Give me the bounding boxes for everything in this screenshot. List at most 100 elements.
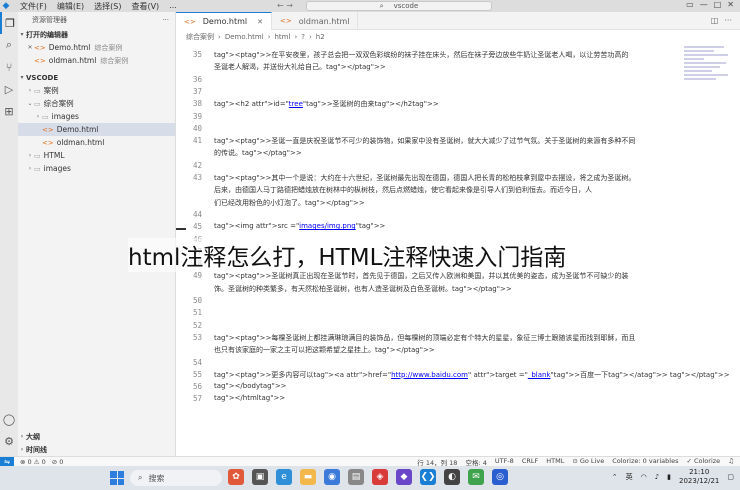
open-editor-oldman[interactable]: <> oldman.html 综合案例 — [18, 54, 175, 67]
file-explorer-icon[interactable]: ▬ — [300, 469, 316, 485]
code-line[interactable]: 的传说。tag"></ptag">> — [176, 148, 302, 160]
vscode-taskbar-icon[interactable]: ❮❯ — [420, 469, 436, 485]
minimize-icon[interactable]: — — [700, 0, 708, 9]
code-line[interactable]: 51 — [176, 308, 202, 320]
minimap[interactable] — [684, 46, 732, 116]
tree-folder-comprehensive[interactable]: ⌄ ▭ 综合案例 — [18, 97, 175, 110]
code-line[interactable]: 37 — [176, 87, 202, 99]
menu-more[interactable]: ... — [169, 1, 177, 12]
tab-demo[interactable]: <> Demo.html ✕ — [176, 12, 273, 30]
tree-folder-images[interactable]: › ▭ images — [18, 110, 175, 123]
code-line[interactable]: 42 — [176, 161, 202, 173]
account-icon[interactable]: ◯ — [0, 408, 18, 430]
go-live-button[interactable]: ⊙ Go Live — [572, 457, 604, 467]
tree-file-oldman[interactable]: <> oldman.html — [18, 136, 175, 149]
code-line[interactable]: 36 — [176, 75, 202, 87]
code-line[interactable]: 57 tag"></htmltag">> — [176, 394, 285, 406]
menu-edit[interactable]: 编辑(E) — [57, 1, 84, 12]
code-line[interactable]: 43 tag"><ptag">>其中一个是说：大约在十六世纪，圣诞树最先出现在德国… — [176, 173, 635, 185]
nav-arrows-icon[interactable]: ← → — [277, 1, 293, 10]
code-line[interactable]: 39 — [176, 112, 202, 124]
tree-folder-images-root[interactable]: › ▭ images — [18, 162, 175, 175]
colorize-toggle[interactable]: ✓ Colorize — [686, 457, 720, 467]
code-line[interactable]: 44 — [176, 210, 202, 222]
code-line[interactable]: 饰。圣诞树的种类繁多，有天然松柏圣诞树，也有人造圣诞树及白色圣诞树。tag"><… — [176, 284, 512, 296]
battery-icon[interactable]: ▮ — [667, 473, 671, 481]
app-icon[interactable]: ◐ — [444, 469, 460, 485]
code-line[interactable]: 38 tag"><h2 attr">id="tree"tag">>圣诞树的由来ta… — [176, 99, 439, 111]
cursor-position[interactable]: 行 14，列 18 — [417, 457, 457, 467]
code-line[interactable]: 也只有该家庭的一家之主可以把这颗希望之星挂上。tag"></ptag">> — [176, 345, 435, 357]
code-line[interactable]: 53 tag"><ptag">>每棵圣诞树上都挂满琳琅满目的装饰品，但每棵树的顶端… — [176, 333, 635, 345]
code-line[interactable]: 52 — [176, 321, 202, 333]
source-control-icon[interactable]: ⑂ — [0, 56, 18, 78]
split-editor-icon[interactable]: ◫ — [711, 16, 719, 25]
breadcrumb-node[interactable]: ? — [301, 33, 305, 41]
settings-gear-icon[interactable]: ⚙ — [0, 430, 18, 452]
problems-status[interactable]: ⊗ 0 ⚠ 0 — [20, 458, 46, 466]
tab-oldman[interactable]: <> oldman.html — [272, 12, 359, 30]
tree-folder-cases[interactable]: › ▭ 案例 — [18, 84, 175, 97]
app-icon[interactable]: ◆ — [396, 469, 412, 485]
task-view-icon[interactable]: ▣ — [252, 469, 268, 485]
close-tab-icon[interactable]: ✕ — [257, 18, 263, 26]
code-line[interactable]: 49 tag"><ptag">>圣诞树真正出现在圣诞节时，首先见于德国，之后又传入… — [176, 271, 628, 283]
open-editors-header[interactable]: ▾ 打开的编辑器 — [18, 28, 175, 41]
close-icon[interactable]: ✕ — [727, 0, 734, 9]
search-activity-icon[interactable]: ⌕ — [0, 34, 18, 56]
layout-icon[interactable]: ▭ — [686, 0, 694, 9]
app-icon[interactable]: ◈ — [372, 469, 388, 485]
bell-icon[interactable]: ♫ — [728, 457, 734, 467]
code-line[interactable]: 54 — [176, 358, 202, 370]
language-mode[interactable]: HTML — [546, 457, 564, 467]
code-line[interactable]: 56 tag"></bodytag">> — [176, 382, 287, 394]
menu-file[interactable]: 文件(F) — [20, 1, 47, 12]
app-icon[interactable]: ◉ — [324, 469, 340, 485]
code-line[interactable]: 后来，由德国人马丁路德把蜡烛放在树林中的枞树枝，然后点燃蜡烛，使它看起来像是引导… — [176, 185, 592, 197]
outline-header[interactable]: › 大纲 — [18, 430, 175, 443]
code-line[interactable]: 41 tag"><ptag">>圣诞一直是庆祝圣诞节不可少的装饰物，如果家中没有圣… — [176, 136, 635, 148]
line-ending[interactable]: CRLF — [522, 457, 538, 467]
colorful-app-icon[interactable]: ✿ — [228, 469, 244, 485]
tray-chevron-icon[interactable]: ⌃ — [612, 473, 618, 481]
workspace-header[interactable]: ▾ VSCODE — [18, 71, 175, 84]
more-actions-icon[interactable]: ··· — [724, 16, 732, 25]
ports-status[interactable]: ⊘ 0 — [52, 458, 64, 466]
run-debug-icon[interactable]: ▷ — [0, 78, 18, 100]
edge-browser-icon[interactable]: e — [276, 469, 292, 485]
tree-file-demo[interactable]: <> Demo.html — [18, 123, 175, 136]
app-icon[interactable]: ◎ — [492, 469, 508, 485]
app-icon[interactable]: ▤ — [348, 469, 364, 485]
timeline-header[interactable]: › 时间线 — [18, 443, 175, 456]
colorize-variables[interactable]: Colorize: 0 variables — [612, 457, 678, 467]
tree-folder-html[interactable]: › ▭ HTML — [18, 149, 175, 162]
code-line[interactable]: 们已经改用粉色的小灯泡了。tag"></ptag">> — [176, 198, 365, 210]
breadcrumb-h2[interactable]: h2 — [316, 33, 325, 41]
notification-icon[interactable]: ▢ — [727, 473, 734, 481]
open-editor-demo[interactable]: ✕ <> Demo.html 综合案例 — [18, 41, 175, 54]
explorer-icon[interactable]: ❐ — [0, 12, 18, 34]
remote-icon[interactable]: ⇋ — [0, 456, 14, 467]
breadcrumb-html[interactable]: html — [274, 33, 290, 41]
breadcrumb-folder[interactable]: 综合案例 — [186, 32, 214, 42]
indentation[interactable]: 空格: 4 — [465, 457, 486, 467]
code-line[interactable]: 55 tag"><ptag">>更多内容可以tag"><a attr">href=… — [176, 370, 730, 382]
close-editor-icon[interactable]: ✕ — [26, 44, 34, 51]
extensions-icon[interactable]: ⊞ — [0, 100, 18, 122]
code-line[interactable]: 圣诞老人解渴，并送份大礼给自己。tag"></ptag">> — [176, 62, 386, 74]
menu-view[interactable]: 查看(V) — [131, 1, 159, 12]
code-line[interactable]: 50 — [176, 296, 202, 308]
breadcrumb-file[interactable]: Demo.html — [225, 33, 264, 41]
windows-start-icon[interactable] — [110, 471, 124, 485]
ime-indicator[interactable]: 英 — [626, 472, 633, 482]
maximize-icon[interactable]: □ — [714, 0, 722, 9]
more-actions-icon[interactable]: ··· — [162, 16, 169, 24]
encoding[interactable]: UTF-8 — [495, 457, 514, 467]
wifi-icon[interactable]: ◠ — [641, 473, 647, 481]
clock[interactable]: 21:10 2023/12/21 — [679, 468, 719, 486]
taskbar-search[interactable]: ⌕ 搜索 — [130, 470, 222, 486]
code-line[interactable]: 40 — [176, 124, 202, 136]
wechat-icon[interactable]: ✉ — [468, 469, 484, 485]
code-line[interactable]: 35 tag"><ptag">>在平安夜里，孩子总会把一双双色彩缤纷的袜子挂在床头… — [176, 50, 628, 62]
title-search-box[interactable]: ← → ⌕ vscode — [277, 1, 492, 11]
